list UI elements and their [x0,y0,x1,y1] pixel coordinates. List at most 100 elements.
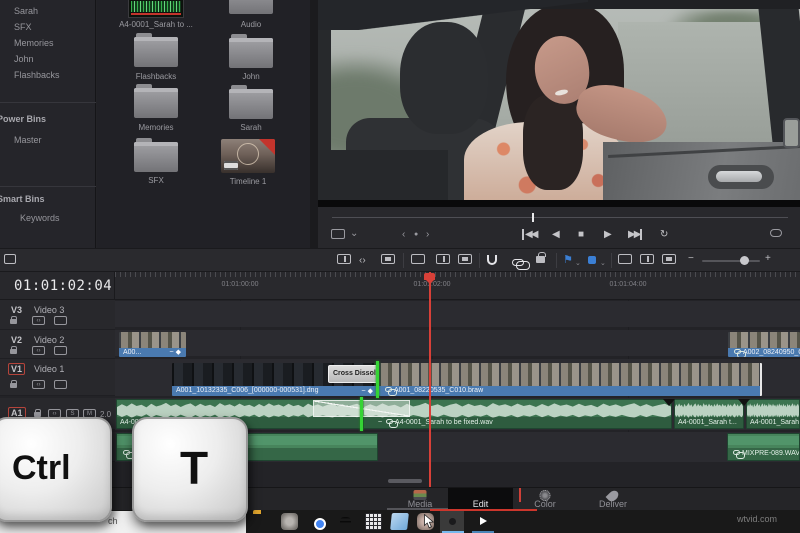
marker-icon[interactable] [588,254,596,267]
clip-label[interactable]: A4-0001_Sarah to ... [111,20,201,29]
notes-app-icon[interactable] [390,513,409,530]
timeline-view-option-2-icon[interactable] [640,254,654,267]
auto-select-icon[interactable]: ‹› [32,316,45,325]
sidebar-item-master[interactable]: Master [14,135,42,145]
track-lane-v3[interactable] [115,301,800,327]
snapping-magnet-icon[interactable] [487,255,497,268]
tab-edit[interactable]: Edit [448,488,513,511]
fade-handle-icon[interactable] [738,399,750,406]
gray-app-icon[interactable] [281,513,298,530]
destination-icon[interactable] [54,380,67,389]
auto-select-icon[interactable]: ‹› [32,346,45,355]
auto-select-icon[interactable]: ‹› [32,380,45,389]
folder-label[interactable]: Audio [206,20,296,29]
play-button[interactable]: ▶ [604,229,612,240]
zoom-dropdown-chevron-icon[interactable]: ⌄ [350,228,358,239]
dynamic-trim-mode-icon[interactable]: ‹› [359,254,366,267]
folder-icon[interactable] [229,0,273,14]
timeline-horizontal-scrollbar[interactable] [388,479,422,483]
pane-divider[interactable] [310,0,318,272]
flag-icon[interactable]: ⚑ [563,254,573,267]
track-badge-selected[interactable]: V1 [8,363,26,375]
edit-point-highlight[interactable] [376,361,379,398]
last-frame-button[interactable]: ▶▶ [628,229,643,240]
audio-clip[interactable]: A4-0001_Sarah t... [746,399,800,429]
retime-curve-icon[interactable]: ~ [378,419,382,426]
lock-icon[interactable] [10,316,17,324]
play-reverse-button[interactable]: ◀ [552,229,560,240]
zoom-in-icon[interactable]: + [765,252,771,265]
folder-icon[interactable] [134,33,178,67]
trim-edit-mode-icon[interactable] [337,254,351,267]
tab-color[interactable]: Color [520,488,570,511]
sidebar-item-keywords[interactable]: Keywords [20,213,60,223]
folder-label[interactable]: Flashbacks [111,72,201,81]
track-badge[interactable]: V3 [8,304,25,316]
lock-icon[interactable] [10,380,17,388]
fit-zoom-button[interactable] [331,229,345,242]
timecode-display[interactable]: 01:01:02:04 [14,278,112,294]
replace-clip-icon[interactable] [458,254,472,267]
overwrite-clip-icon[interactable] [436,254,450,267]
tab-deliver[interactable]: Deliver [585,488,641,511]
sidebar-item-memories[interactable]: Memories [14,38,54,48]
loop-button[interactable]: ↻ [660,229,668,240]
marker-chevron-icon[interactable]: ⌄ [600,257,606,270]
folder-icon[interactable] [134,84,178,118]
viewer-playhead-tick[interactable] [532,213,534,222]
mark-in-icon[interactable]: ‹ [402,229,405,240]
folder-icon[interactable] [134,138,178,172]
first-frame-button[interactable]: ◀◀ [522,229,538,240]
record-dot-icon[interactable]: ● [414,231,418,238]
flag-chevron-icon[interactable]: ⌄ [575,257,581,270]
timeline-view-icon[interactable] [4,254,16,267]
track-header-v1[interactable]: V1 Video 1 ‹› [0,359,115,396]
razor-tool-icon[interactable] [381,254,395,267]
sidebar-item-sarah[interactable]: Sarah [14,6,38,16]
playhead-marker[interactable] [424,273,435,284]
video-clip[interactable]: A002_08240950_C0... [728,332,800,357]
video-clip[interactable]: A00... ~◆ [119,332,186,357]
folder-label[interactable]: Sarah [206,123,296,132]
insert-clip-icon[interactable] [411,254,425,267]
calculator-icon[interactable] [365,513,382,530]
video-clip[interactable]: A001_08220535_C010.braw [379,363,762,396]
folder-label[interactable]: Memories [111,123,201,132]
track-lane-v2[interactable] [115,330,800,356]
timeline-label[interactable]: Timeline 1 [203,177,293,186]
folder-label[interactable]: SFX [111,176,201,185]
edit-point-highlight[interactable] [360,397,363,431]
destination-icon[interactable] [54,316,67,325]
sidebar-item-flashbacks[interactable]: Flashbacks [14,70,60,80]
cross-dissolve-transition[interactable]: Cross Dissolve [328,365,378,383]
audio-clip-thumbnail[interactable] [128,0,184,18]
folder-label[interactable]: John [206,72,296,81]
keyframe-diamond-icon[interactable]: ◆ [368,388,375,395]
track-header-v2[interactable]: V2 Video 2 ‹› [0,330,115,359]
playhead-line[interactable] [429,272,431,487]
folder-icon[interactable] [229,85,273,119]
audio-clip[interactable]: MIXPRE-089.WAV [727,433,800,461]
zoom-slider-knob[interactable] [740,256,749,265]
stop-button[interactable]: ■ [578,229,584,240]
zoom-out-icon[interactable]: − [688,252,694,265]
destination-icon[interactable] [54,346,67,355]
track-header-v3[interactable]: V3 Video 3 ‹› [0,300,115,330]
mark-out-icon[interactable]: › [426,229,429,240]
fade-handle-icon[interactable] [663,399,675,406]
timeline-thumbnail[interactable] [221,139,275,173]
lock-icon[interactable] [10,346,17,354]
linked-selection-icon[interactable] [512,257,530,270]
sidebar-item-john[interactable]: John [14,54,34,64]
audio-clip[interactable]: A4-0001_Sarah t... [674,399,744,429]
timeline-view-option-3-icon[interactable] [662,254,676,267]
match-frame-button[interactable] [770,229,782,240]
folder-icon[interactable] [229,34,273,68]
timeline-view-option-1-icon[interactable] [618,254,632,267]
zoom-slider-track[interactable] [702,260,760,262]
viewer-scrub-bar[interactable] [332,217,788,218]
track-badge[interactable]: V2 [8,334,25,346]
keyframe-diamond-icon[interactable]: ◆ [176,349,183,356]
sidebar-item-sfx[interactable]: SFX [14,22,32,32]
position-lock-icon[interactable] [536,252,546,265]
